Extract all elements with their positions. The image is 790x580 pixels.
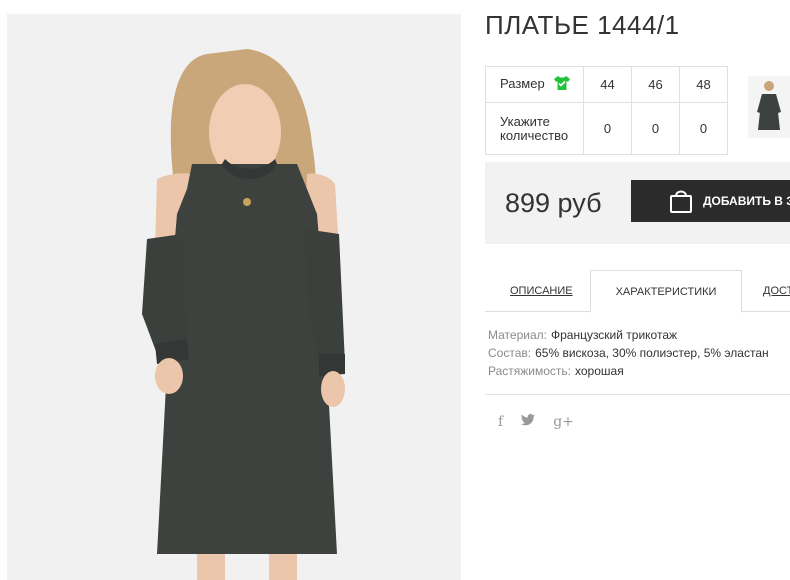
social-share: f g+ xyxy=(498,414,574,430)
tab-description[interactable]: ОПИСАНИЕ xyxy=(510,270,573,312)
characteristic-row: Растяжимость: хорошая xyxy=(488,364,624,378)
tshirt-check-icon xyxy=(554,76,571,93)
characteristic-row: Материал: Французский трикотаж xyxy=(488,328,678,342)
product-main-photo[interactable] xyxy=(7,14,461,580)
add-to-cart-button[interactable]: ДОБАВИТЬ В ЗА xyxy=(631,180,790,222)
size-44[interactable]: 44 xyxy=(583,66,632,103)
price: 899 руб xyxy=(505,188,602,218)
tab-delivery[interactable]: ДОСТ xyxy=(763,270,790,312)
tab-characteristics[interactable]: ХАРАКТЕРИСТИКИ xyxy=(590,270,742,313)
google-plus-icon[interactable]: g+ xyxy=(553,414,574,430)
product-title: ПЛАТЬЕ 1444/1 xyxy=(485,10,680,40)
characteristic-row: Состав: 65% вискоза, 30% полиэстер, 5% эл… xyxy=(488,346,769,360)
facebook-icon[interactable]: f xyxy=(498,414,503,430)
quantity-input-46[interactable]: 0 xyxy=(631,102,680,155)
product-tabs: ОПИСАНИЕ ХАРАКТЕРИСТИКИ ДОСТ xyxy=(485,270,790,313)
size-quantity-table: Размер 44 46 48 Укажите количество 0 0 0 xyxy=(485,66,728,155)
quantity-input-48[interactable]: 0 xyxy=(679,102,728,155)
product-thumbnail[interactable] xyxy=(748,76,790,138)
quantity-input-44[interactable]: 0 xyxy=(583,102,632,155)
size-48[interactable]: 48 xyxy=(679,66,728,103)
quantity-label: Укажите количество xyxy=(485,102,584,155)
shopping-bag-icon xyxy=(669,188,693,217)
divider xyxy=(485,394,790,395)
size-label: Размер xyxy=(485,66,584,103)
twitter-icon[interactable] xyxy=(521,414,536,430)
characteristics-list: Материал: Французский трикотаж Состав: 65%… xyxy=(488,326,769,380)
price-bar: 899 руб ДОБАВИТЬ В ЗА xyxy=(485,162,790,244)
size-46[interactable]: 46 xyxy=(631,66,680,103)
